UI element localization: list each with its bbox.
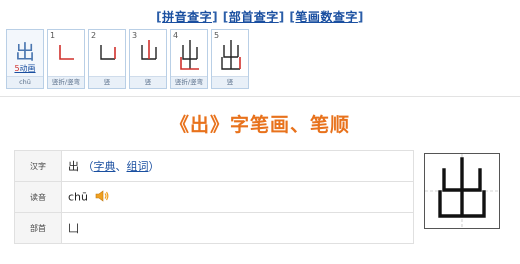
top-navigation: [拼音查字] [部首查字] [笔画数查字]: [156, 10, 364, 24]
radical-value: 凵: [61, 212, 414, 244]
stroke-step-card[interactable]: 1 竖折/竖弯: [47, 29, 85, 89]
page-title: 《出》字笔画、笔顺: [169, 114, 350, 136]
stroke-step-label: 竖折/竖弯: [171, 76, 207, 88]
divider: [0, 96, 520, 97]
stroke-step-5-glyph: [221, 40, 241, 70]
table-row: 汉字 出 （字典、组词）: [14, 150, 414, 182]
pinyin-lookup-link[interactable]: 拼音查字: [162, 10, 212, 24]
main-character: 出: [15, 40, 35, 64]
stroke-step-card[interactable]: 2 竖: [88, 29, 126, 89]
character-grid-box: [424, 153, 500, 229]
stroke-step-card[interactable]: 5 竖: [211, 29, 249, 89]
stroke-step-1-glyph: [59, 45, 74, 60]
stroke-step-label: 竖: [89, 76, 125, 88]
character-grid: [425, 154, 499, 228]
main-pinyin: chū: [7, 76, 43, 88]
stroke-step-label: 竖折/竖弯: [48, 76, 84, 88]
table-row: 读音 chū: [14, 181, 414, 213]
row-key: 部首: [14, 212, 62, 244]
stroke-step-label: 竖: [130, 76, 166, 88]
stroke-step-card[interactable]: 3 竖: [129, 29, 167, 89]
row-key: 读音: [14, 181, 62, 213]
dictionary-link[interactable]: 字典: [94, 160, 116, 173]
speaker-icon[interactable]: [95, 189, 109, 205]
radical-lookup-link[interactable]: 部首查字: [229, 10, 279, 24]
stroke-count-lookup-link[interactable]: 笔画数查字: [295, 10, 358, 24]
stroke-step-3-glyph: [141, 40, 157, 60]
separator: 、: [115, 160, 127, 173]
row-key: 汉字: [14, 150, 62, 182]
stroke-step-label: 竖: [212, 76, 248, 88]
close-paren: ）: [148, 160, 160, 173]
character-info-table: 汉字 出 （字典、组词） 读音 chū 部首 凵: [14, 150, 414, 244]
character-summary-card[interactable]: 出 5动画 chū: [6, 29, 44, 89]
stroke-order-strip: 出 5动画 chū 1 竖折/竖弯 2 竖 3 竖 4 竖折/竖弯 5 竖: [6, 29, 249, 89]
stroke-step-2-glyph: [100, 45, 116, 60]
row-value: chū: [61, 181, 414, 213]
character-value: 出: [68, 160, 79, 173]
open-paren: （: [82, 160, 94, 173]
animation-link[interactable]: 5动画: [7, 63, 43, 74]
pinyin-value: chū: [68, 190, 88, 203]
animation-label: 动画: [19, 64, 36, 73]
stroke-step-card[interactable]: 4 竖折/竖弯: [170, 29, 208, 89]
stroke-step-4-glyph: [180, 40, 199, 70]
table-row: 部首 凵: [14, 212, 414, 244]
word-group-link[interactable]: 组词: [127, 160, 149, 173]
row-value: 出 （字典、组词）: [61, 150, 414, 182]
